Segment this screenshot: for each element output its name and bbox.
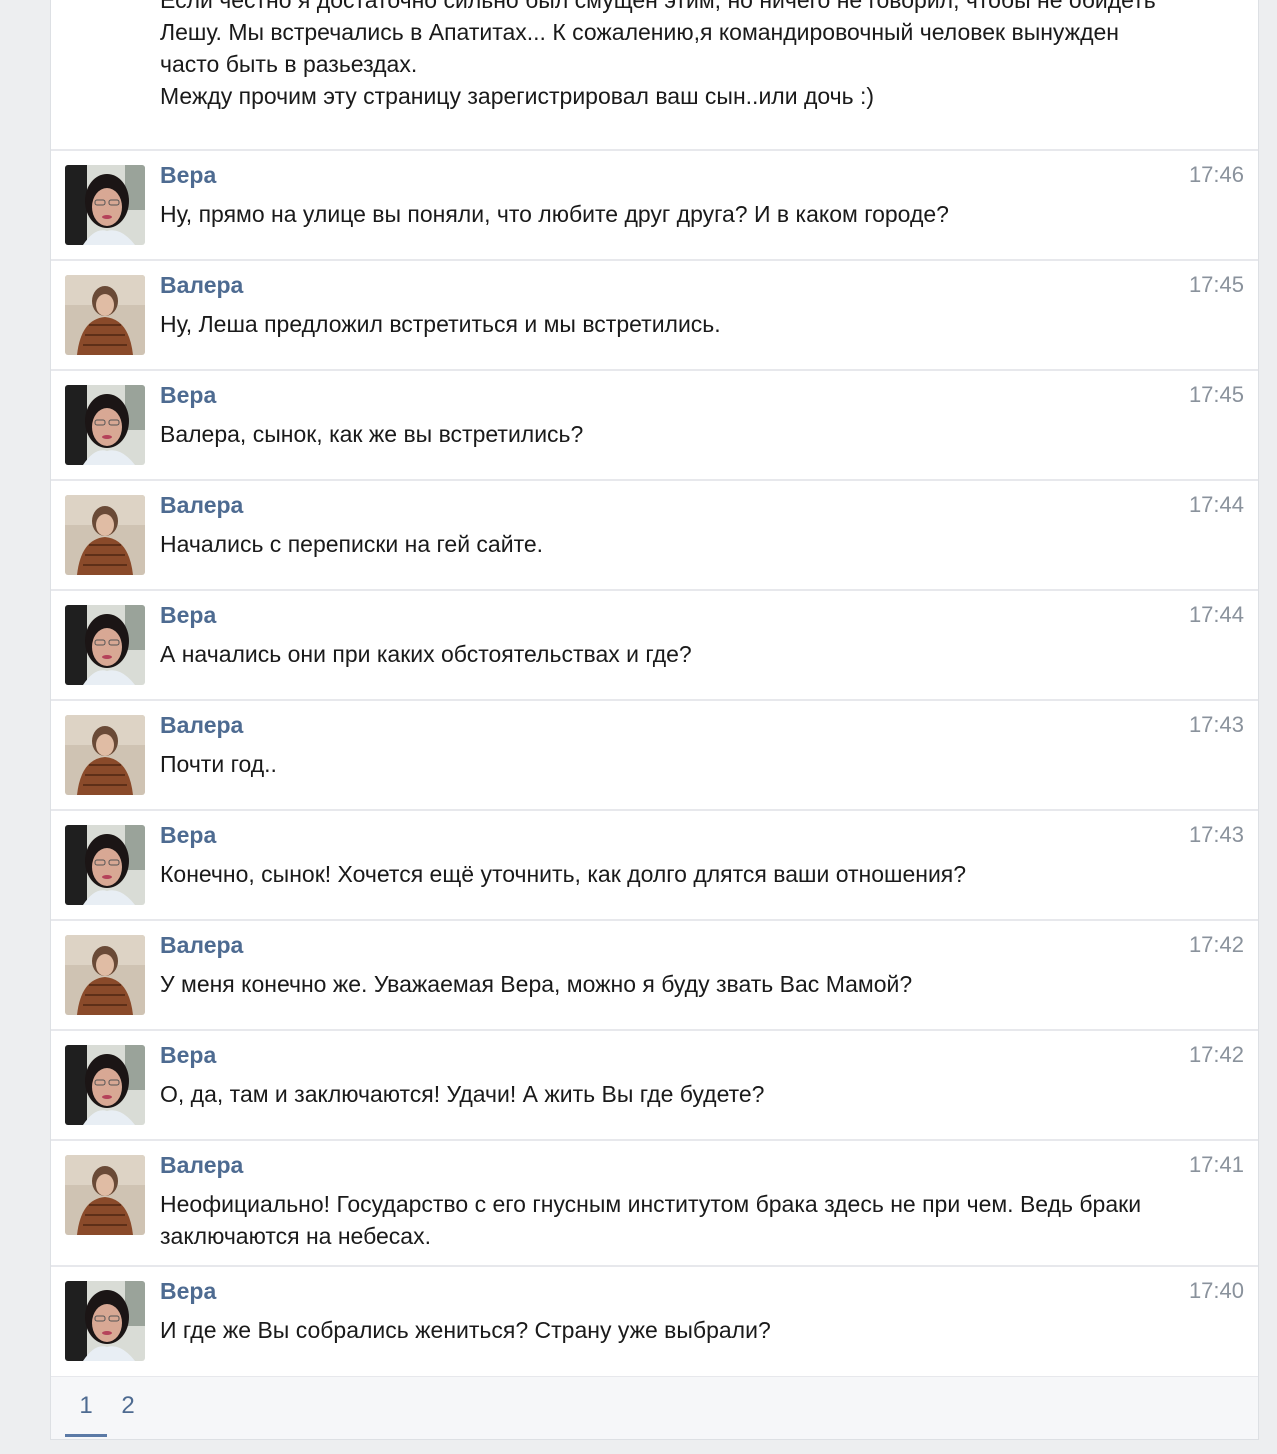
- message-text: Если честно я достаточно сильно был смущ…: [160, 0, 1240, 112]
- message-author[interactable]: Валера: [160, 491, 243, 519]
- message-author[interactable]: Вера: [160, 821, 216, 849]
- message-item: Валера 17:45 Ну, Леша предложил встретит…: [51, 261, 1258, 371]
- message-item-partial: Если честно я достаточно сильно был смущ…: [51, 0, 1258, 151]
- message-item: Вера 17:43 Конечно, сынок! Хочется ещё у…: [51, 811, 1258, 921]
- message-item: Вера 17:40 И где же Вы собрались женитьс…: [51, 1267, 1258, 1377]
- avatar-valera-image: [65, 275, 145, 355]
- avatar-vera-image: [65, 605, 145, 685]
- avatar-valera[interactable]: [65, 1155, 145, 1235]
- message-time: 17:44: [1188, 602, 1244, 627]
- page-link-1[interactable]: 1: [65, 1377, 107, 1437]
- message-text-line: Если честно я достаточно сильно был смущ…: [160, 0, 1156, 13]
- message-time: 17:40: [1188, 1278, 1244, 1303]
- message-text: И где же Вы собрались жениться? Страну у…: [160, 1317, 771, 1343]
- page-link-2[interactable]: 2: [107, 1377, 149, 1437]
- avatar-vera-image: [65, 165, 145, 245]
- message-time: 17:43: [1188, 822, 1244, 847]
- message-author[interactable]: Валера: [160, 1151, 243, 1179]
- message-text: Начались с переписки на гей сайте.: [160, 531, 544, 557]
- message-item: Валера 17:42 У меня конечно же. Уважаема…: [51, 921, 1258, 1031]
- avatar-vera-image: [65, 385, 145, 465]
- message-text: О, да, там и заключаются! Удачи! А жить …: [160, 1081, 765, 1107]
- avatar-vera[interactable]: [65, 165, 145, 245]
- avatar-valera-image: [65, 935, 145, 1015]
- message-text: Почти год..: [160, 751, 277, 777]
- message-time: 17:41: [1188, 1152, 1244, 1177]
- message-time: 17:46: [1188, 162, 1244, 187]
- message-time: 17:42: [1188, 1042, 1244, 1067]
- message-text: А начались они при каких обстоятельствах…: [160, 641, 692, 667]
- message-item: Вера 17:44 А начались они при каких обст…: [51, 591, 1258, 701]
- avatar-valera-image: [65, 495, 145, 575]
- message-author[interactable]: Вера: [160, 1041, 216, 1069]
- message-author[interactable]: Вера: [160, 381, 216, 409]
- avatar-vera[interactable]: [65, 1281, 145, 1361]
- avatar-vera-image: [65, 1281, 145, 1361]
- message-item: Вера 17:42 О, да, там и заключаются! Уда…: [51, 1031, 1258, 1141]
- message-item: Валера 17:43 Почти год..: [51, 701, 1258, 811]
- avatar-vera-image: [65, 825, 145, 905]
- message-item: Вера 17:45 Валера, сынок, как же вы встр…: [51, 371, 1258, 481]
- message-text: Валера, сынок, как же вы встретились?: [160, 421, 584, 447]
- avatar-vera[interactable]: [65, 1045, 145, 1125]
- message-time: 17:45: [1188, 382, 1244, 407]
- message-author[interactable]: Вера: [160, 161, 216, 189]
- avatar-valera[interactable]: [65, 935, 145, 1015]
- message-author[interactable]: Вера: [160, 601, 216, 629]
- avatar-valera[interactable]: [65, 275, 145, 355]
- message-text: Конечно, сынок! Хочется ещё уточнить, ка…: [160, 861, 967, 887]
- avatar-valera-image: [65, 715, 145, 795]
- message-text: У меня конечно же. Уважаемая Вера, можно…: [160, 971, 913, 997]
- message-author[interactable]: Валера: [160, 271, 243, 299]
- message-time: 17:44: [1188, 492, 1244, 517]
- avatar-valera[interactable]: [65, 715, 145, 795]
- message-text-line: Между прочим эту страницу зарегистрирова…: [160, 83, 875, 109]
- avatar-vera-image: [65, 1045, 145, 1125]
- avatar-vera[interactable]: [65, 385, 145, 465]
- avatar-valera[interactable]: [65, 495, 145, 575]
- message-text: Неофициально! Государство с его гнусным …: [160, 1191, 1142, 1249]
- message-text: Ну, Леша предложил встретиться и мы встр…: [160, 311, 721, 337]
- avatar-vera[interactable]: [65, 605, 145, 685]
- message-author[interactable]: Вера: [160, 1277, 216, 1305]
- message-text: Ну, прямо на улице вы поняли, что любите…: [160, 201, 949, 227]
- message-time: 17:45: [1188, 272, 1244, 297]
- message-time: 17:43: [1188, 712, 1244, 737]
- message-history-panel: Если честно я достаточно сильно был смущ…: [50, 0, 1259, 1440]
- pagination: 1 2: [51, 1376, 1258, 1439]
- message-item: Валера 17:44 Начались с переписки на гей…: [51, 481, 1258, 591]
- message-author[interactable]: Валера: [160, 711, 243, 739]
- message-item: Валера 17:41 Неофициально! Государство с…: [51, 1141, 1258, 1267]
- message-author[interactable]: Валера: [160, 931, 243, 959]
- avatar-vera[interactable]: [65, 825, 145, 905]
- message-text-line: Лешу. Мы встречались в Апатитах... К сож…: [160, 19, 1119, 45]
- avatar-valera-image: [65, 1155, 145, 1235]
- message-time: 17:42: [1188, 932, 1244, 957]
- message-item: Вера 17:46 Ну, прямо на улице вы поняли,…: [51, 151, 1258, 261]
- message-text-line: часто быть в разьездах.: [160, 51, 418, 77]
